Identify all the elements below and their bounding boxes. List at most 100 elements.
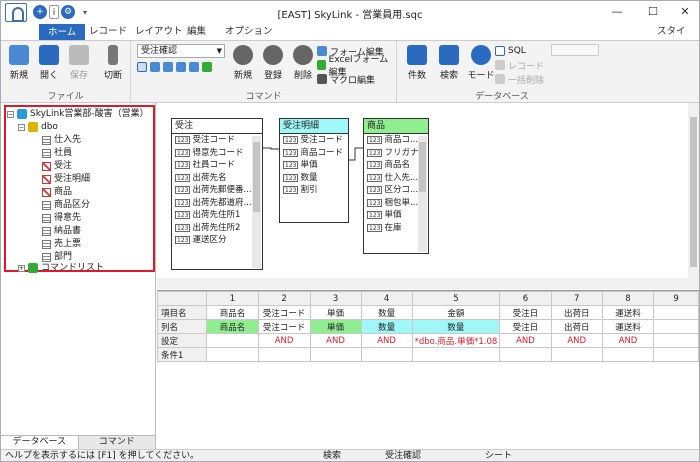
grid-cell[interactable]: 運送料 (601, 305, 655, 320)
view-card-icon[interactable] (176, 62, 186, 72)
column-header[interactable]: 2 (257, 291, 311, 306)
command-new-button[interactable]: 新規 (229, 45, 257, 81)
entity-field[interactable]: 123 単価 (280, 159, 348, 172)
mode-button[interactable]: モード (467, 45, 495, 81)
column-header[interactable]: 5 (411, 291, 501, 306)
column-header[interactable]: 3 (309, 291, 362, 306)
row-header[interactable]: 条件1 (156, 347, 208, 362)
grid-cell[interactable] (206, 333, 259, 348)
grid-cell[interactable] (309, 347, 362, 362)
grid-cell[interactable]: 数量 (411, 319, 501, 334)
grid-cell[interactable]: 出荷日 (550, 319, 603, 334)
entity-field[interactable]: 123 受注コード (280, 134, 348, 147)
entity-field[interactable]: 123 出荷先名 (172, 172, 262, 185)
entity-field[interactable]: 123 数量 (280, 172, 348, 185)
entity-header[interactable]: 商品 (364, 119, 428, 134)
tree-table[interactable]: 仕入先 (42, 134, 81, 146)
grid-cell[interactable]: 金額 (411, 305, 501, 320)
column-header[interactable]: 8 (601, 291, 655, 306)
tab-database[interactable]: データベース (1, 436, 79, 449)
grid-cell[interactable]: 商品名 (206, 305, 259, 320)
view-excel-icon[interactable] (202, 62, 212, 72)
row-header[interactable]: 設定 (156, 333, 208, 348)
bulk-delete-button[interactable]: 一括削除 (495, 73, 544, 86)
entity-header[interactable]: 受注明細 (280, 119, 348, 134)
sql-input[interactable] (551, 44, 599, 56)
grid-cell[interactable] (653, 319, 699, 334)
macro-edit-button[interactable]: マクロ編集 (317, 73, 375, 86)
grid-cell[interactable]: 受注日 (499, 319, 552, 334)
count-button[interactable]: 件数 (403, 45, 431, 81)
entity-scrollbar[interactable] (418, 136, 427, 252)
view-grid-icon[interactable] (189, 62, 199, 72)
maximize-button[interactable]: ☐ (641, 4, 665, 20)
grid-cell[interactable]: AND (550, 333, 603, 348)
tree-table[interactable]: 商品区分 (42, 199, 90, 211)
grid-cell[interactable]: AND (360, 333, 413, 348)
column-header[interactable]: 6 (499, 291, 552, 306)
grid-cell[interactable]: AND (601, 333, 655, 348)
collapse-icon[interactable]: − (7, 110, 14, 118)
entity-field[interactable]: 123 出荷先住所1 (172, 209, 262, 222)
grid-cell[interactable]: 単価 (309, 319, 362, 334)
tab-command[interactable]: コマンド (78, 436, 156, 449)
diagram-vertical-scrollbar[interactable] (688, 103, 699, 289)
view-table-icon[interactable] (163, 62, 173, 72)
close-button[interactable]: ✕ (673, 4, 697, 20)
grid-cell[interactable]: 運送料 (601, 319, 655, 334)
entity-field[interactable]: 123 社員コード (172, 159, 262, 172)
tree-schema[interactable]: − dbo (18, 121, 58, 133)
grid-cell[interactable]: 出荷日 (550, 305, 603, 320)
tree-table[interactable]: 納品書 (42, 225, 81, 237)
grid-cell[interactable]: 受注コード (257, 319, 311, 334)
grid-cell[interactable] (653, 347, 699, 362)
command-combo[interactable]: 受注確認 ▼ (137, 44, 225, 58)
tree-table[interactable]: 受注 (42, 160, 72, 172)
expand-icon[interactable]: + (18, 264, 25, 272)
grid-cell[interactable] (206, 347, 259, 362)
entity-field[interactable]: 123 得意先コード (172, 147, 262, 160)
grid-cell[interactable]: 数量 (360, 305, 413, 320)
tab-edit[interactable]: 編集 (179, 24, 214, 40)
collapse-icon[interactable]: − (18, 123, 25, 131)
save-button[interactable]: 保存 (65, 45, 93, 81)
column-header[interactable]: 1 (206, 291, 259, 306)
excel-form-edit-button[interactable]: Excelフォーム編集 (317, 55, 396, 78)
tree-root[interactable]: − SkyLink営業部-酸害（営業） (7, 108, 149, 120)
tab-options[interactable]: オプション (217, 24, 281, 40)
view-form-icon[interactable] (150, 62, 160, 72)
column-header[interactable]: 9 (653, 291, 699, 306)
grid-cell[interactable]: 単価 (309, 305, 362, 320)
grid-cell[interactable]: 商品名 (206, 319, 259, 334)
tree-table[interactable]: 得意先 (42, 212, 81, 224)
open-button[interactable]: 開く (35, 45, 63, 81)
record-button[interactable]: レコード (495, 59, 544, 72)
grid-cell[interactable]: AND (309, 333, 362, 348)
entity-products[interactable]: 商品 123 商品コ... 123 フリガナ 123 商品名 123 仕入先... 123 区分コ… (363, 118, 429, 254)
entity-field[interactable]: 123 割引 (280, 184, 348, 197)
tree-table[interactable]: 売上票 (42, 238, 81, 250)
grid-cell[interactable]: *dbo.商品.単価*1.08 (411, 333, 501, 348)
tree-table[interactable]: 受注明細 (42, 173, 90, 185)
entity-order-details[interactable]: 受注明細 123 受注コード 123 商品コード 123 単価 123 数量 123 割引 (279, 118, 349, 223)
column-header[interactable]: 7 (550, 291, 603, 306)
entity-field[interactable]: 123 受注コード (172, 134, 262, 147)
grid-cell[interactable] (653, 333, 699, 348)
entity-field[interactable]: 123 運送区分 (172, 234, 262, 247)
entity-field[interactable]: 123 商品コード (280, 147, 348, 160)
diagram-horizontal-scrollbar[interactable] (157, 278, 688, 289)
row-header[interactable]: 列名 (156, 319, 208, 334)
grid-cell[interactable]: AND (257, 333, 311, 348)
entity-scrollbar[interactable] (252, 136, 261, 268)
grid-cell[interactable] (360, 347, 413, 362)
grid-cell[interactable] (550, 347, 603, 362)
grid-cell[interactable] (257, 347, 311, 362)
tree-table[interactable]: 商品 (42, 186, 72, 198)
column-header[interactable]: 4 (360, 291, 413, 306)
entity-field[interactable]: 123 出荷先住所2 (172, 222, 262, 235)
grid-cell[interactable] (653, 305, 699, 320)
entity-field[interactable]: 123 出荷先郵便番... (172, 184, 262, 197)
view-list-icon[interactable] (137, 62, 147, 72)
grid-cell[interactable] (601, 347, 655, 362)
command-delete-button[interactable]: 削除 (289, 45, 317, 81)
